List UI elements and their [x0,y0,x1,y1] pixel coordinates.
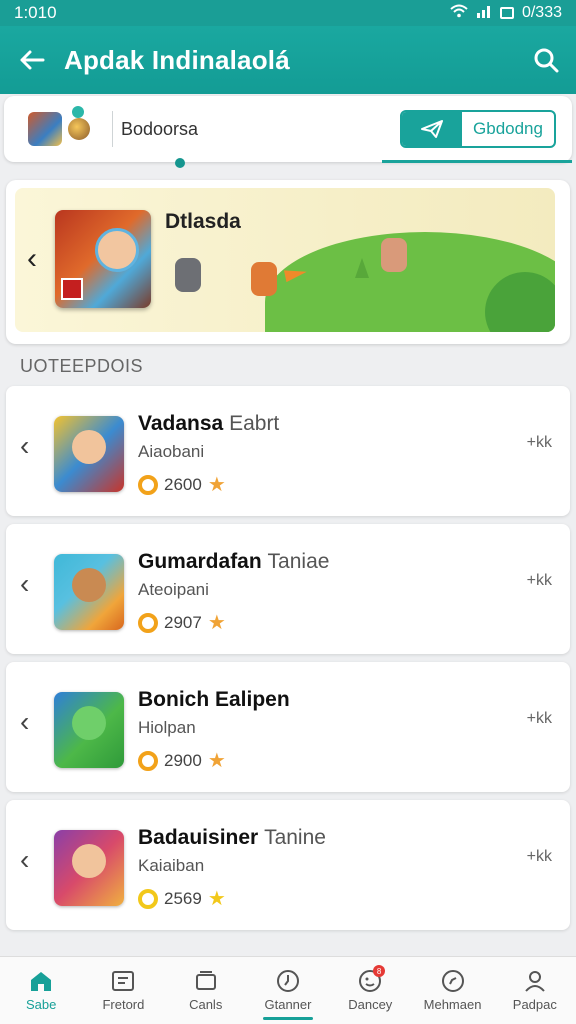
section-header: UOTEEPDOIS [20,356,144,376]
status-bar: 1:010 0/333 [0,0,576,26]
star-icon: ★ [207,612,226,634]
back-button[interactable] [0,26,64,94]
battery-icon [499,7,514,19]
chevron-left-icon: ‹ [20,568,30,599]
list-item[interactable]: ‹ Vadansa Eabrt Aiaobani 2600 ★ +kk [6,386,570,516]
app-bar: Apdak Indinalaolá [0,26,576,94]
status-time: 1:010 [14,3,57,22]
nav-item-document[interactable]: Fretord [82,957,164,1024]
cards-icon [193,969,219,993]
star-icon: ★ [207,750,226,772]
item-title: Gumardafan Taniae [138,550,330,573]
item-right-label: +kk [526,710,552,727]
filter-game-icons[interactable] [4,106,104,146]
item-subtitle: Kaiaiban [138,856,205,875]
item-right-label: +kk [526,572,552,589]
game-icon [54,692,124,768]
filter-toggle: Gbdodng [400,110,556,148]
item-subtitle: Hiolpan [138,718,196,737]
rating-value: 2569 [164,888,202,908]
coin-icon [138,474,158,495]
arrow-left-icon [20,50,45,70]
banner-game-icon [55,210,151,308]
tab-indicator-dot [175,158,185,168]
filter-bar: Bodoorsa Gbdodng [4,96,572,162]
game-icon [54,554,124,630]
banner-artwork: ‹ Dtlasda [15,188,555,332]
nav-item-face[interactable]: 8 Dancey [329,957,411,1024]
nav-item-profile[interactable]: Padpac [494,957,576,1024]
search-icon [534,48,559,73]
notification-dot-icon [72,106,84,118]
chevron-left-icon[interactable]: ‹ [27,242,37,276]
rating-row: 2907 ★ [138,610,226,635]
list-item[interactable]: ‹ Gumardafan Taniae Ateoipani 2907 ★ +kk [6,524,570,654]
item-right-label: +kk [526,434,552,451]
game-icon [54,830,124,906]
signal-icon [476,4,492,23]
chevron-left-icon: ‹ [20,844,30,875]
tree-illustration [355,258,369,278]
item-subtitle: Ateoipani [138,580,209,599]
character-illustration [381,238,407,272]
rating-row: 2600 ★ [138,472,226,497]
compass-icon [440,969,466,993]
game-icon [54,416,124,492]
search-button[interactable] [516,26,576,94]
list-item[interactable]: ‹ Bonich Ealipen Hiolpan 2900 ★ +kk [6,662,570,792]
rating-value: 2907 [164,612,202,632]
list-item[interactable]: ‹ Badauisiner Tanine Kaiaiban 2569 ★ +kk [6,800,570,930]
chevron-left-icon: ‹ [20,430,30,461]
page-title: Apdak Indinalaolá [64,44,290,75]
item-subtitle: Aiaobani [138,442,205,461]
rating-value: 2900 [164,750,202,770]
rating-value: 2600 [164,474,202,494]
banner-title: Dtlasda [165,210,241,233]
status-right-text: 0/333 [521,4,562,21]
cookie-icon [68,106,90,140]
item-title: Vadansa Eabrt [138,412,280,435]
paper-plane-icon [421,120,443,138]
notification-badge: 8 [373,965,386,977]
toggle-label-button[interactable]: Gbdodng [462,112,554,146]
tab-underline [382,160,572,163]
wifi-icon [450,4,468,23]
bottom-navigation: Sabe Fretord Canls Gtanner 8 Dancey Mehm… [0,956,576,1024]
coin-icon [138,888,158,909]
status-indicators: 0/333 [450,4,562,23]
star-icon: ★ [207,474,226,496]
nav-item-home[interactable]: Sabe [0,957,82,1024]
featured-banner[interactable]: ‹ Dtlasda [6,180,570,344]
item-title: Bonich Ealipen [138,688,290,711]
item-title: Badauisiner Tanine [138,826,326,849]
character-illustration [251,262,277,296]
nav-item-clock[interactable]: Gtanner [247,957,329,1024]
send-toggle-button[interactable] [402,112,462,146]
profile-icon [522,969,548,993]
home-icon [28,969,54,993]
nav-active-indicator [262,1017,314,1020]
filter-label[interactable]: Bodoorsa [121,119,400,140]
rating-row: 2569 ★ [138,886,226,911]
coin-icon [138,612,158,633]
rating-row: 2900 ★ [138,748,226,773]
character-illustration [175,258,201,292]
nav-item-compass[interactable]: Mehmaen [411,957,493,1024]
game-thumbnail-icon [28,112,62,146]
nav-item-cards[interactable]: Canls [165,957,247,1024]
item-right-label: +kk [526,848,552,865]
star-icon: ★ [207,888,226,910]
clock-icon [275,969,301,993]
document-icon [110,969,136,993]
chevron-left-icon: ‹ [20,706,30,737]
divider [112,111,113,147]
coin-icon [138,750,158,771]
